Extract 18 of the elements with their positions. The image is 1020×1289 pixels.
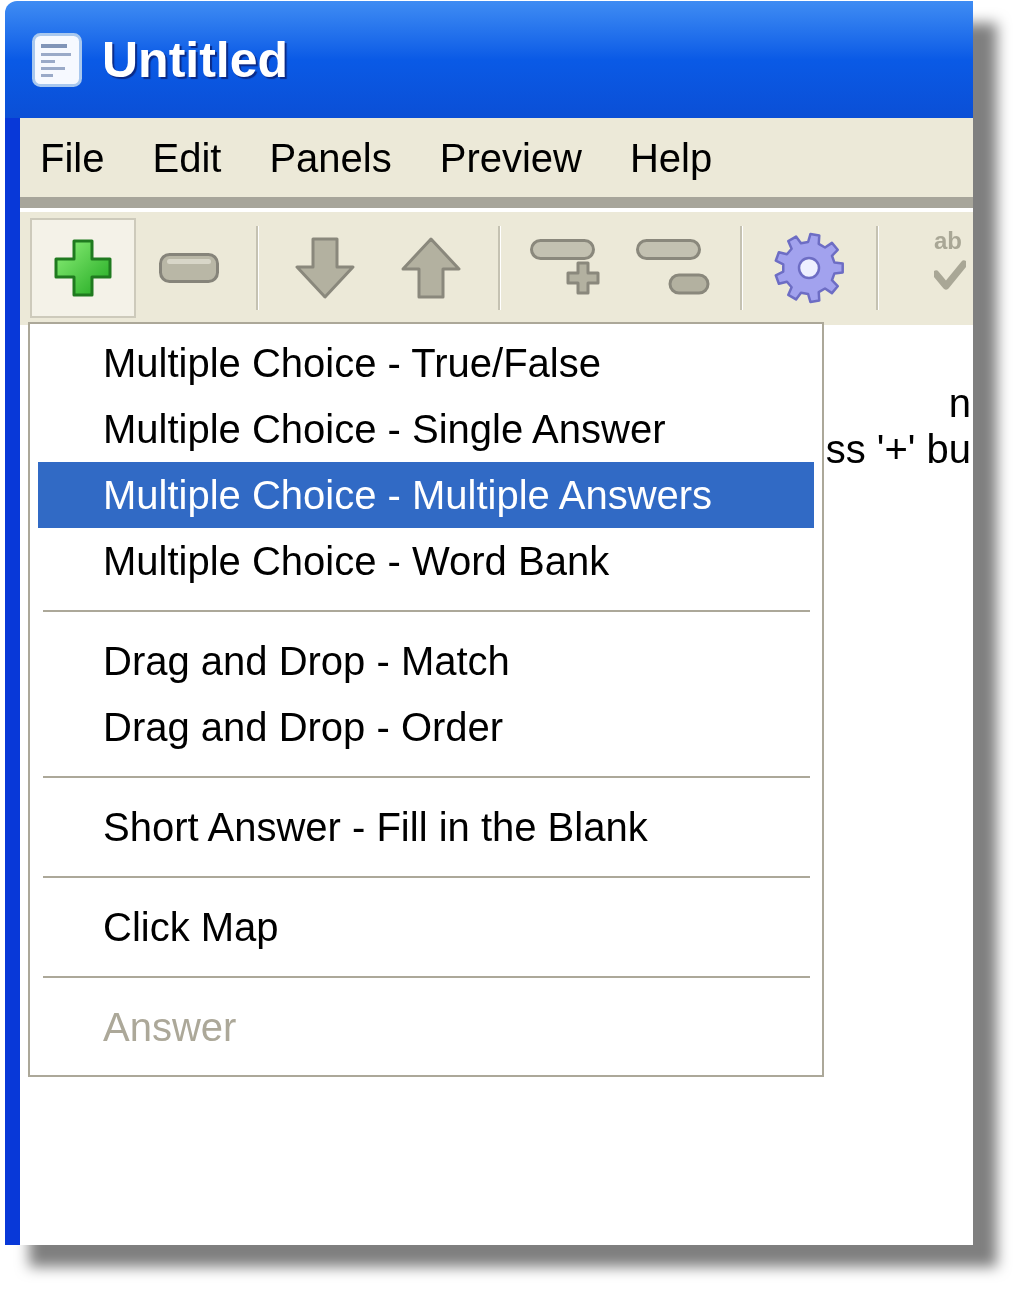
settings-icon xyxy=(773,232,845,304)
add-button[interactable] xyxy=(30,218,136,318)
window-title: Untitled xyxy=(102,34,289,85)
plus-icon xyxy=(54,239,112,297)
menu-bar-item[interactable]: File xyxy=(40,127,105,188)
menu-bar-item[interactable]: Preview xyxy=(439,127,582,188)
menu-bar-item[interactable]: Panels xyxy=(269,127,392,188)
down-arrow-icon xyxy=(295,237,355,299)
menu-bar-item[interactable]: Help xyxy=(629,127,713,188)
check-icon xyxy=(934,260,966,290)
document-icon xyxy=(32,32,82,87)
content-text: n xyxy=(948,380,971,426)
bar-with-minus-icon xyxy=(636,239,710,297)
menu-item[interactable]: Multiple Choice - Multiple Answers xyxy=(38,462,814,528)
content-text: ss '+' bu xyxy=(825,426,971,472)
menu-bar-item[interactable]: Edit xyxy=(152,127,222,188)
minus-icon xyxy=(159,253,219,283)
up-arrow-icon xyxy=(401,237,461,299)
